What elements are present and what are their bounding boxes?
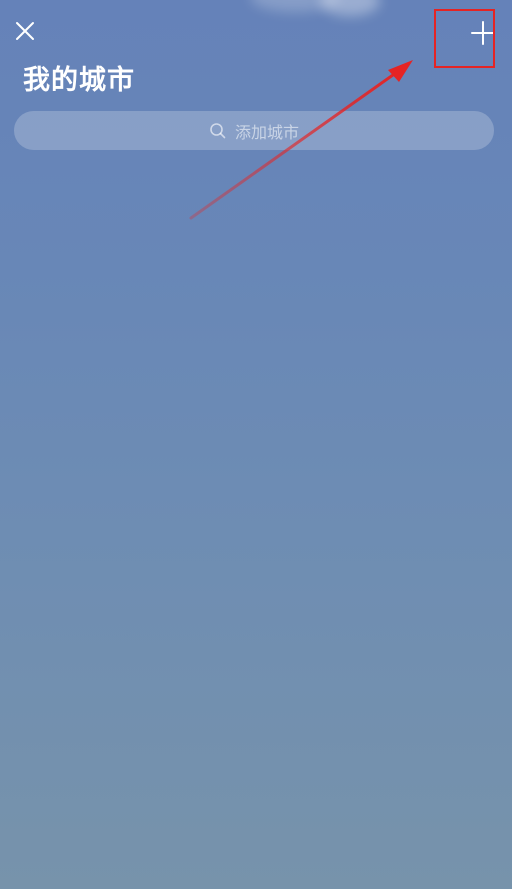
close-icon bbox=[16, 22, 34, 40]
city-manager-screen: 我的城市 添加城市 bbox=[0, 0, 512, 889]
sky-cloud bbox=[320, 0, 380, 16]
search-input[interactable]: 添加城市 bbox=[14, 111, 494, 150]
close-button[interactable] bbox=[12, 18, 38, 44]
page-title: 我的城市 bbox=[23, 65, 135, 96]
search-placeholder: 添加城市 bbox=[234, 122, 299, 142]
annotation-highlight-box bbox=[434, 9, 495, 68]
search-icon bbox=[209, 122, 227, 140]
